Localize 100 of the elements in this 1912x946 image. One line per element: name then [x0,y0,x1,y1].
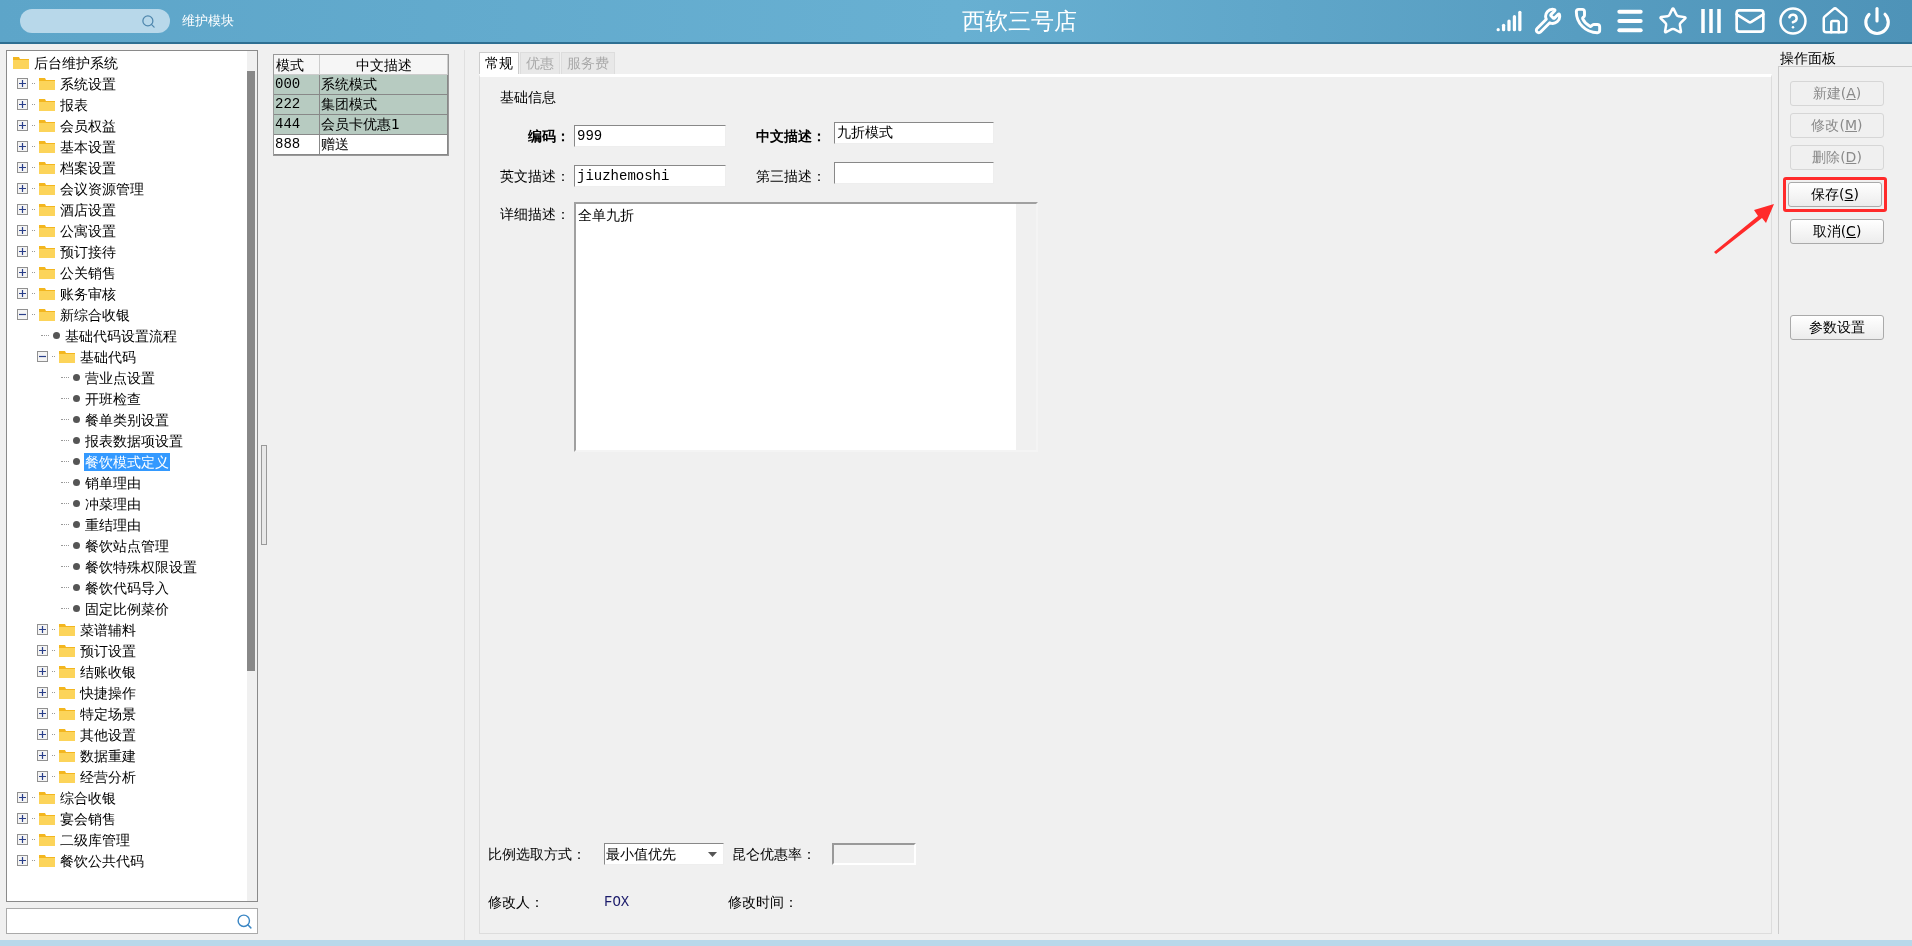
tree-item[interactable]: 基本设置 [59,137,117,156]
table-cell: 赠送 [320,135,448,154]
settings-button[interactable]: 参数设置 [1790,315,1884,340]
home-icon[interactable] [1820,6,1850,36]
folder-icon [39,287,55,300]
tree-item[interactable]: 菜谱辅料 [79,620,137,639]
expand-icon[interactable] [37,708,48,719]
expand-icon[interactable] [37,729,48,740]
code-field[interactable]: 999 [574,125,726,147]
expand-icon[interactable] [17,99,28,110]
tree-item[interactable]: 宴会销售 [59,809,117,828]
help-icon[interactable] [1778,6,1808,36]
expand-icon[interactable] [37,771,48,782]
table-row[interactable]: 888 赠送 [274,135,448,155]
table-cell: 888 [274,135,320,154]
splitter-handle[interactable] [261,445,267,545]
tree-item[interactable]: 数据重建 [79,746,137,765]
annotation-arrow [1712,202,1776,254]
tree-item[interactable]: 二级库管理 [59,830,131,849]
expand-icon[interactable] [17,813,28,824]
tree-item[interactable]: 营业点设置 [84,368,156,387]
tree-item[interactable]: 档案设置 [59,158,117,177]
tree-item[interactable]: 开班检查 [84,389,142,408]
signal-icon[interactable] [1496,8,1522,34]
tools-icon[interactable] [1534,7,1562,35]
tree-item[interactable]: 报表 [59,95,89,114]
expand-icon[interactable] [17,162,28,173]
tree-item[interactable]: 经营分析 [79,767,137,786]
scrollbar[interactable] [247,51,257,901]
collapse-icon[interactable] [37,351,48,362]
expand-icon[interactable] [17,204,28,215]
table-row[interactable]: 444 会员卡优惠1 [274,115,448,135]
table-cell: 000 [274,75,320,94]
table-row[interactable]: 222 集团模式 [274,95,448,115]
tree-item[interactable]: 基础代码 [79,347,137,366]
tree-item[interactable]: 餐饮公共代码 [59,851,145,870]
tree-item[interactable]: 新综合收银 [59,305,131,324]
tree-item[interactable]: 快捷操作 [79,683,137,702]
tree-item[interactable]: 公寓设置 [59,221,117,240]
tree-item[interactable]: 会员权益 [59,116,117,135]
expand-icon[interactable] [17,855,28,866]
detail-description-field[interactable]: 全单九折 [574,202,1038,452]
tree-item[interactable]: 重结理由 [84,515,142,534]
table-row[interactable]: 000 系统模式 [274,75,448,95]
panel-button[interactable]: 取消(C) [1790,219,1884,244]
ratio-mode-select[interactable]: 最小值优先 [604,843,724,865]
expand-icon[interactable] [17,267,28,278]
tree-item[interactable]: 餐饮特殊权限设置 [84,557,198,576]
bullet-icon [73,479,80,486]
third-description-field[interactable] [834,162,994,184]
search-field[interactable] [20,9,170,33]
tree-item[interactable]: 特定场景 [79,704,137,723]
expand-icon[interactable] [17,246,28,257]
tree-item[interactable]: 系统设置 [59,74,117,93]
tree-item[interactable]: 公关销售 [59,263,117,282]
folder-icon [39,98,55,111]
expand-icon[interactable] [17,183,28,194]
expand-icon[interactable] [17,288,28,299]
expand-icon[interactable] [37,624,48,635]
tree-item[interactable]: 基础代码设置流程 [64,326,178,345]
chinese-description-field[interactable]: 九折模式 [834,122,994,144]
tree-item[interactable]: 综合收银 [59,788,117,807]
tree-item[interactable]: 后台维护系统 [33,53,119,72]
expand-icon[interactable] [37,645,48,656]
tree-item[interactable]: 预订接待 [59,242,117,261]
expand-icon[interactable] [37,687,48,698]
tree-item[interactable]: 销单理由 [84,473,142,492]
expand-icon[interactable] [17,141,28,152]
bullet-icon [73,437,80,444]
tree-item[interactable]: 餐单类别设置 [84,410,170,429]
expand-icon[interactable] [37,750,48,761]
tree-item[interactable]: 固定比例菜价 [84,599,170,618]
expand-icon[interactable] [17,225,28,236]
phone-icon[interactable] [1574,7,1602,35]
tree-item[interactable]: 冲菜理由 [84,494,142,513]
english-description-field[interactable]: jiuzhemoshi [574,165,726,187]
expand-icon[interactable] [37,666,48,677]
modifier-value: FOX [604,893,631,912]
expand-icon[interactable] [17,120,28,131]
tree-item[interactable]: 预订设置 [79,641,137,660]
tree-item[interactable]: 账务审核 [59,284,117,303]
tree-item[interactable]: 会议资源管理 [59,179,145,198]
tab[interactable]: 常规 [479,52,519,74]
star-icon[interactable] [1658,6,1688,36]
tree-item[interactable]: 酒店设置 [59,200,117,219]
power-icon[interactable] [1862,6,1892,36]
tree-item[interactable]: 餐饮代码导入 [84,578,170,597]
expand-icon[interactable] [17,78,28,89]
field-label: 修改人： [488,893,545,912]
tree-item[interactable]: 报表数据项设置 [84,431,184,450]
expand-icon[interactable] [17,834,28,845]
save-button[interactable]: 保存(S) [1788,182,1882,207]
bullet-icon [73,458,80,465]
expand-icon[interactable] [17,792,28,803]
tree-item[interactable]: 其他设置 [79,725,137,744]
tree-search-field[interactable] [6,908,258,934]
tree-item[interactable]: 餐饮站点管理 [84,536,170,555]
columns-icon[interactable] [1700,7,1722,35]
tree-item[interactable]: 结账收银 [79,662,137,681]
collapse-icon[interactable] [17,309,28,320]
